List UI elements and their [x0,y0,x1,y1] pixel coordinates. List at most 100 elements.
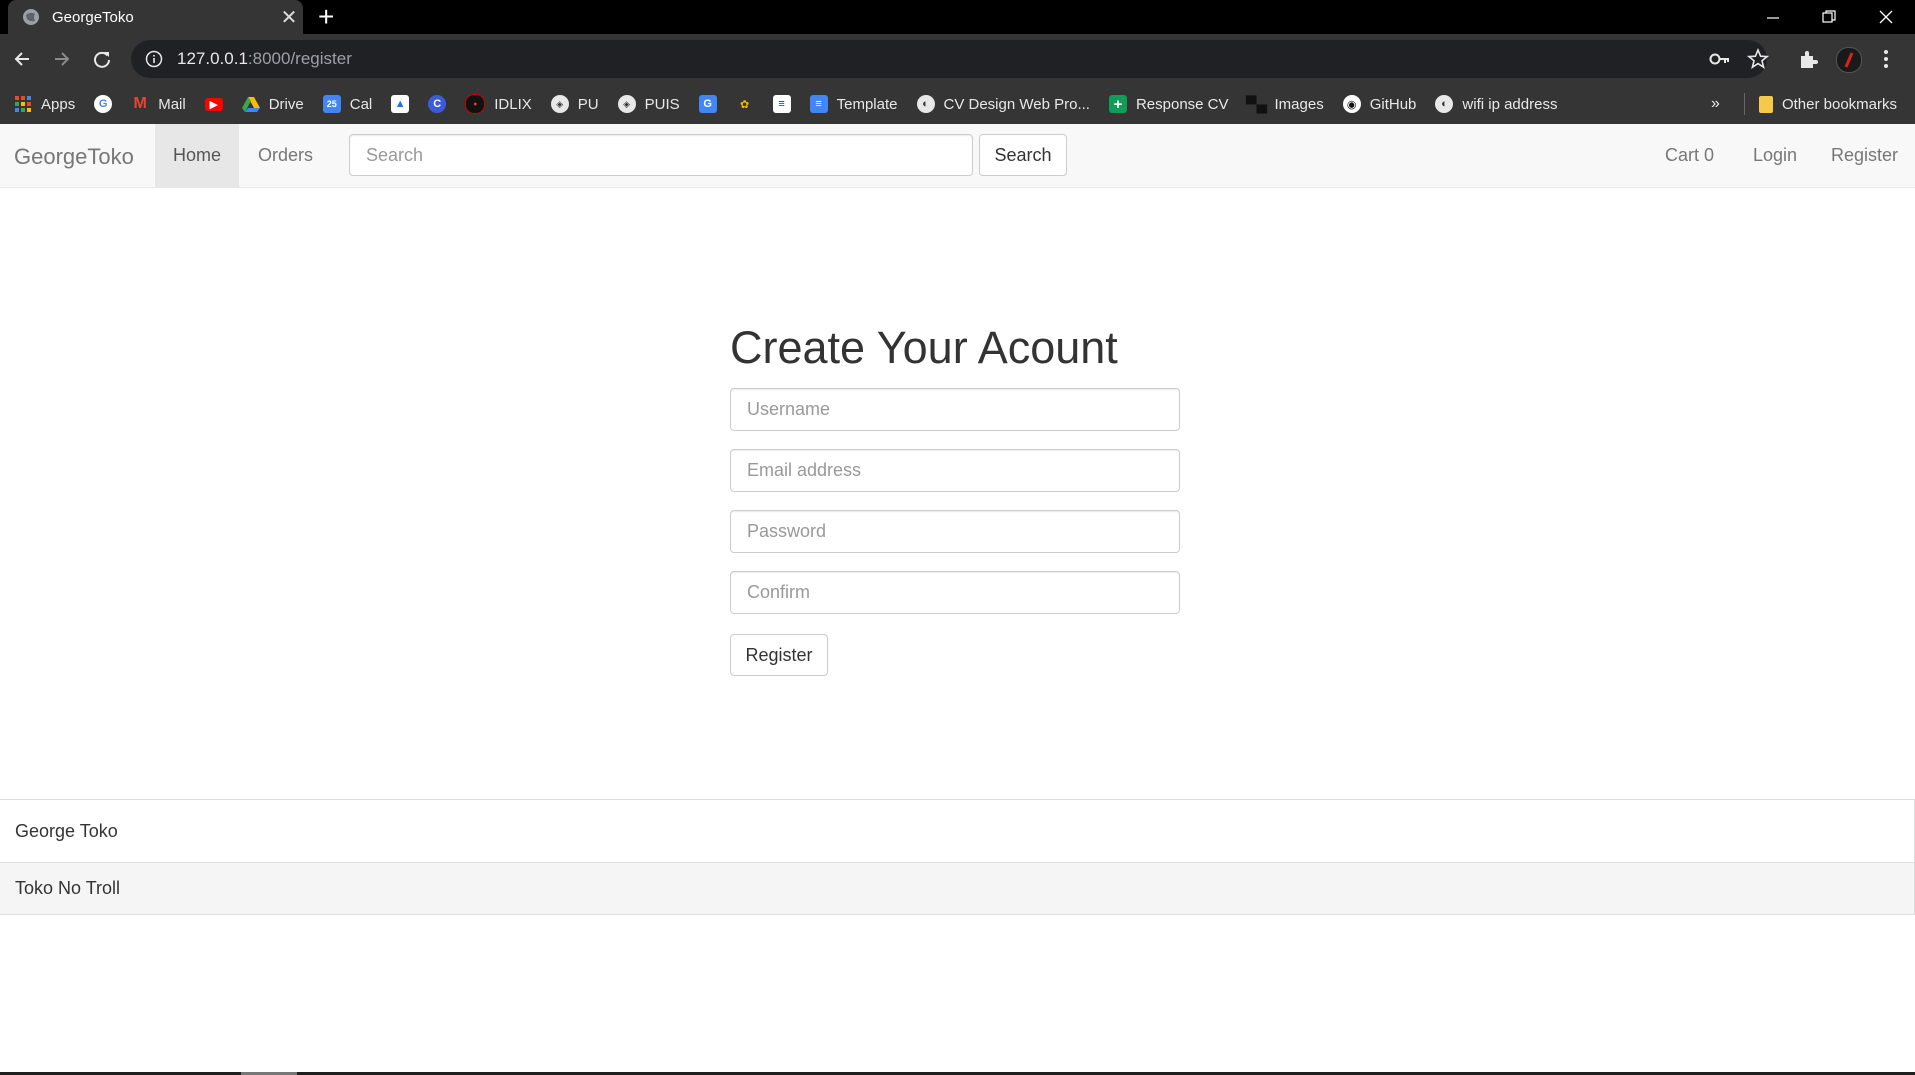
idlix-icon: ● [465,94,486,114]
back-icon[interactable] [9,46,35,72]
browser-tab[interactable]: GeorgeToko ✕ [8,0,303,34]
bookmark-doc[interactable]: ≡ [772,95,791,113]
drive-icon [241,97,260,112]
bookmark-label: Apps [41,95,76,113]
bookmark-label: GitHub [1369,95,1417,113]
bookmarks-right: » Other bookmarks [1711,84,1897,124]
bookmark-puis[interactable]: ◈ PUIS [617,95,680,113]
new-tab-icon[interactable]: + [318,3,334,31]
gmail-icon: M [133,95,147,112]
bookmark-cal[interactable]: 25 Cal [322,95,373,113]
bookmark-mail[interactable]: M Mail [131,95,186,113]
bookmark-label: PUIS [644,95,680,113]
globe-icon: ◐ [1435,95,1454,113]
username-field[interactable] [730,388,1180,431]
pu-icon: ◈ [550,95,569,113]
bookmark-nbc[interactable]: ✿ [736,95,754,113]
other-bookmarks[interactable]: Other bookmarks [1758,95,1897,113]
footer-heading: George Toko [0,800,1914,863]
bookmark-label: IDLIX [494,95,532,113]
extensions-icon[interactable] [1797,48,1819,70]
bookmark-template[interactable]: ≡ Template [809,95,898,113]
url-text: 127.0.0.1:8000/register [177,49,352,69]
bookmark-translate[interactable]: G [698,95,717,113]
divider [1743,93,1745,115]
calendar-icon: 25 [322,95,341,113]
bookmark-cv-design[interactable]: ◐ CV Design Web Pro... [916,95,1090,113]
image-icon: ▲ [391,95,410,113]
nav-home[interactable]: Home [155,124,239,187]
browser-toolbar: 127.0.0.1:8000/register [0,34,1915,84]
nav-orders[interactable]: Orders [258,145,313,166]
address-bar[interactable]: 127.0.0.1:8000/register [131,40,1767,78]
bookmark-label: wifi ip address [1462,95,1558,113]
register-form: Create Your Acount Register [730,320,1180,676]
canva-icon: C [428,95,447,113]
docs-icon: ≡ [809,95,828,113]
register-button[interactable]: Register [730,634,828,676]
nbc-icon: ✿ [740,98,750,111]
bookmark-label: Images [1274,95,1324,113]
star-icon[interactable] [1747,48,1769,70]
minimize-icon[interactable] [1745,0,1801,34]
search-input[interactable] [349,134,973,176]
bookmark-response-cv[interactable]: + Response CV [1108,95,1229,113]
bookmark-images[interactable]: ▀▄ Images [1245,95,1324,113]
github-icon: ◉ [1342,95,1361,113]
confirm-password-field[interactable] [730,571,1180,614]
sheets-plus-icon: + [1108,95,1127,113]
bookmark-wifi[interactable]: ◐ wifi ip address [1435,95,1557,113]
puis-icon: ◈ [617,95,636,113]
apps-grid-icon [15,96,31,112]
bookmark-label: Mail [158,95,186,113]
folder-icon [1758,95,1773,113]
tab-title: GeorgeToko [52,8,134,26]
bookmark-canva[interactable]: C [428,95,447,113]
menu-icon[interactable] [1882,48,1890,70]
key-icon[interactable] [1709,51,1731,67]
reload-icon[interactable] [89,46,115,72]
youtube-icon: ▶ [204,97,223,111]
password-field[interactable] [730,510,1180,553]
profile-avatar[interactable] [1836,47,1862,73]
site-navbar: GeorgeToko Home Orders Search Cart 0 Log… [0,124,1915,188]
email-field[interactable] [730,449,1180,492]
bookmark-idlix[interactable]: ● IDLIX [465,94,532,114]
nav-register[interactable]: Register [1831,145,1898,166]
bookmark-label: CV Design Web Pro... [943,95,1090,113]
url-host: 127.0.0.1 [177,49,248,68]
forward-icon[interactable] [49,46,75,72]
nav-cart[interactable]: Cart 0 [1665,145,1714,166]
page-title: Create Your Acount [730,322,1118,373]
search-button[interactable]: Search [979,134,1067,176]
browser-titlebar: GeorgeToko ✕ + [0,0,1915,34]
tab-close-icon[interactable]: ✕ [275,5,303,30]
close-window-icon[interactable] [1858,0,1914,34]
bookmark-label: Cal [349,95,373,113]
bookmark-label: Drive [268,95,304,113]
bookmark-drive[interactable]: Drive [241,95,304,113]
bookmark-photos[interactable]: ▲ [391,95,410,113]
footer: George Toko Toko No Troll [0,799,1915,915]
restore-icon[interactable] [1801,0,1857,34]
bookmark-pu[interactable]: ◈ PU [550,95,599,113]
footer-subtext: Toko No Troll [0,863,1914,914]
bookmark-label: PU [577,95,599,113]
bookmark-google[interactable]: G [94,95,113,113]
bookmark-label: Other bookmarks [1781,95,1897,113]
bookmark-github[interactable]: ◉ GitHub [1342,95,1417,113]
bookmark-label: Template [836,95,898,113]
chevron-double-right-icon[interactable]: » [1711,95,1720,113]
nav-login[interactable]: Login [1753,145,1797,166]
bookmark-label: Response CV [1135,95,1229,113]
bookmark-youtube[interactable]: ▶ [204,97,223,111]
bookmarks-bar: Apps G M Mail ▶ Drive 25 Cal ▲ C ● IDLIX ◈ P… [0,84,1915,124]
google-icon: G [94,95,113,113]
translate-icon: G [698,95,717,113]
globe-icon [23,9,39,25]
unsplash-icon: ▀▄ [1245,95,1268,113]
info-icon [145,50,163,68]
brand-link[interactable]: GeorgeToko [14,144,134,170]
globe-icon: ◐ [916,95,935,113]
bookmark-apps[interactable]: Apps [14,95,75,113]
